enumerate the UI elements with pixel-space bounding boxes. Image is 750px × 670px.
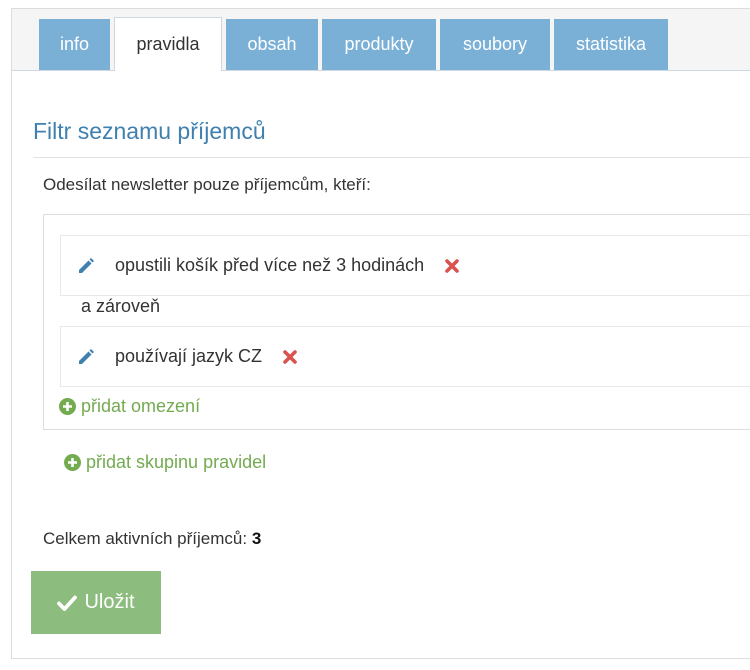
add-group-label: přidat skupinu pravidel (86, 452, 267, 472)
save-button[interactable]: Uložit (31, 571, 161, 634)
heading-divider (33, 157, 750, 158)
rule-row: opustili košík před více než 3 hodinách (60, 235, 750, 296)
rule-group: opustili košík před více než 3 hodinách … (43, 214, 750, 430)
rule-text: používají jazyk CZ (115, 346, 263, 366)
recipient-count-value: 3 (251, 529, 262, 548)
rule-row: používají jazyk CZ (60, 326, 750, 387)
close-icon[interactable] (282, 349, 298, 365)
plus-circle-icon (59, 398, 76, 415)
close-icon[interactable] (444, 258, 460, 274)
newsletter-editor-panel: info pravidla obsah produkty soubory sta… (11, 8, 750, 659)
and-label: a zároveň (81, 296, 161, 316)
tab-obsah[interactable]: obsah (226, 19, 318, 70)
tab-soubory[interactable]: soubory (440, 19, 550, 70)
pencil-icon[interactable] (77, 257, 95, 275)
tab-bar: info pravidla obsah produkty soubory sta… (12, 9, 750, 71)
tab-pravidla[interactable]: pravidla (114, 17, 222, 71)
check-icon (57, 594, 78, 612)
plus-circle-icon (64, 454, 81, 471)
rule-text: opustili košík před více než 3 hodinách (115, 255, 425, 275)
recipient-count: Celkem aktivních příjemců: 3 (43, 529, 261, 549)
tab-statistika[interactable]: statistika (554, 19, 668, 70)
save-label: Uložit (84, 591, 135, 613)
filter-intro-text: Odesílat newsletter pouze příjemcům, kte… (43, 175, 371, 194)
tab-info[interactable]: info (39, 19, 110, 70)
add-condition-link[interactable]: přidat omezení (59, 396, 200, 417)
add-condition-label: přidat omezení (81, 396, 201, 416)
filter-heading: Filtr seznamu příjemců (33, 118, 266, 144)
pencil-icon[interactable] (77, 348, 95, 366)
tab-produkty[interactable]: produkty (322, 19, 436, 70)
recipient-count-label: Celkem aktivních příjemců: (43, 529, 248, 548)
add-group-link[interactable]: přidat skupinu pravidel (64, 452, 266, 473)
